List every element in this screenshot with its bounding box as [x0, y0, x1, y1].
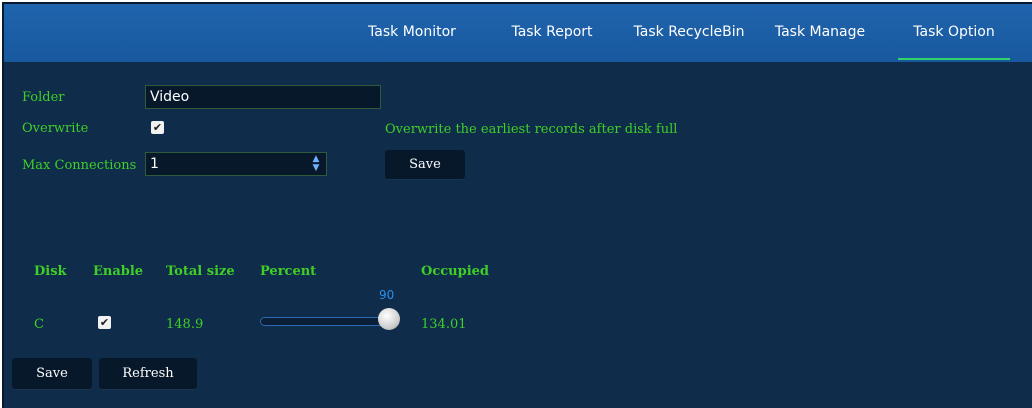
- disk-occupied: 134.01: [421, 317, 467, 332]
- tab-task-option[interactable]: Task Option: [898, 20, 1010, 60]
- top-nav-bar: Task Monitor Task Report Task RecycleBin…: [4, 4, 1032, 62]
- tab-task-report[interactable]: Task Report: [502, 20, 602, 60]
- folder-input[interactable]: Video: [145, 85, 381, 109]
- col-header-percent: Percent: [260, 264, 317, 279]
- folder-label: Folder: [22, 90, 65, 105]
- page: Task Monitor Task Report Task RecycleBin…: [0, 0, 1032, 408]
- tab-task-monitor[interactable]: Task Monitor: [362, 20, 462, 60]
- tab-task-recyclebin[interactable]: Task RecycleBin: [626, 20, 752, 60]
- percent-slider[interactable]: [260, 317, 392, 326]
- percent-slider-thumb[interactable]: [378, 308, 400, 330]
- col-header-total-size: Total size: [166, 264, 235, 279]
- percent-slider-fill: [261, 318, 378, 325]
- save-button[interactable]: Save: [385, 150, 465, 180]
- stepper-arrows-icon[interactable]: ▲ ▼: [310, 155, 322, 173]
- refresh-button[interactable]: Refresh: [99, 358, 197, 390]
- max-connections-label: Max Connections: [22, 158, 137, 173]
- disk-total-size: 148.9: [166, 317, 204, 332]
- percent-slider-value: 90: [379, 288, 395, 302]
- overwrite-checkbox[interactable]: ✔: [151, 121, 164, 134]
- tab-task-manage[interactable]: Task Manage: [770, 20, 870, 60]
- col-header-disk: Disk: [34, 264, 67, 279]
- footer-save-button[interactable]: Save: [12, 358, 92, 390]
- col-header-enable: Enable: [93, 264, 144, 279]
- col-header-occupied: Occupied: [421, 264, 489, 279]
- overwrite-label: Overwrite: [22, 121, 89, 136]
- max-connections-stepper[interactable]: 1 ▲ ▼: [145, 152, 327, 176]
- disk-name: C: [34, 317, 44, 332]
- overwrite-hint: Overwrite the earliest records after dis…: [385, 122, 678, 137]
- max-connections-value: 1: [150, 156, 159, 172]
- disk-enable-checkbox[interactable]: ✔: [98, 316, 111, 329]
- task-option-panel: Task Monitor Task Report Task RecycleBin…: [2, 2, 1032, 408]
